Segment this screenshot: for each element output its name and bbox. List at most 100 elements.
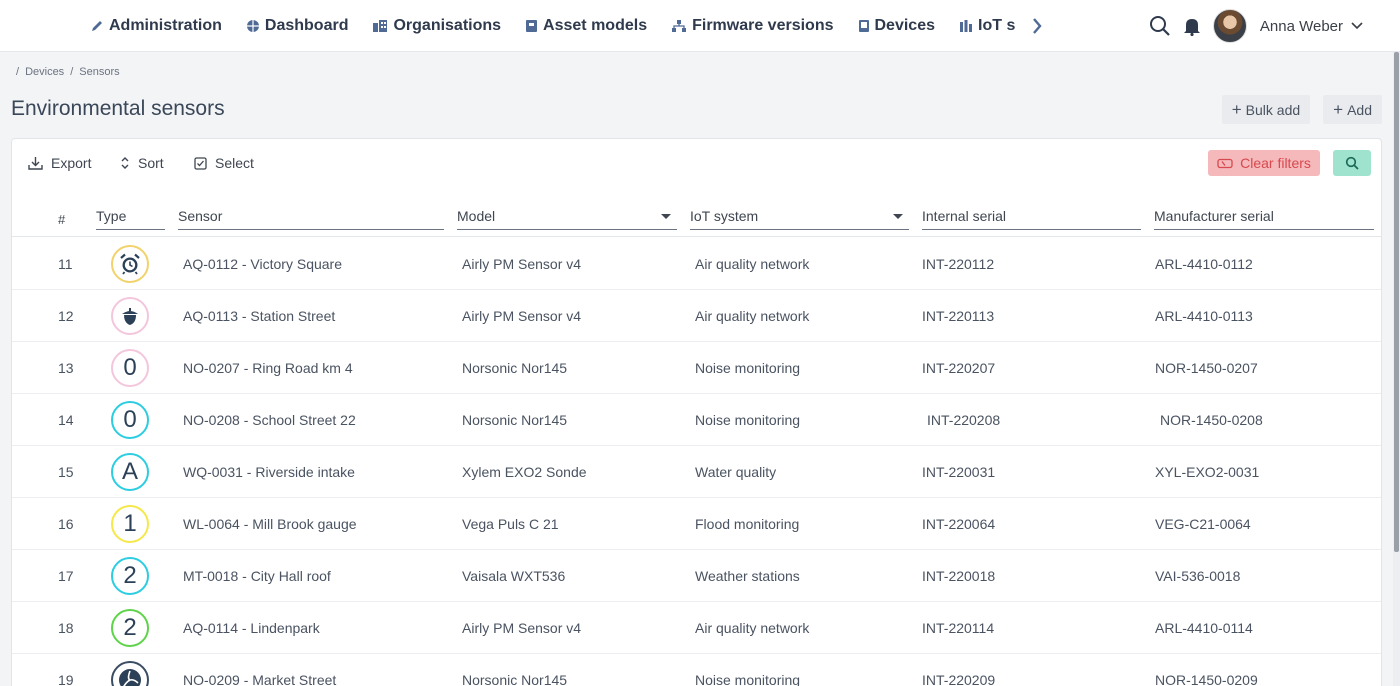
clear-filters-button[interactable]: Clear filters — [1208, 150, 1320, 176]
cell-sensor: AQ-0113 - Station Street — [183, 308, 336, 324]
breadcrumb-separator: / — [70, 66, 74, 78]
type-badge-text: A — [121, 458, 138, 485]
sort-button[interactable]: Sort — [120, 155, 164, 171]
cell-sensor: NO-0208 - School Street 22 — [183, 412, 356, 428]
table-row[interactable]: 16 1 WL-0064 - Mill Brook gauge Vega Puls C… — [12, 498, 1381, 550]
nav-organisations[interactable]: Organisations — [372, 17, 501, 35]
cell-internal-serial: INT-220209 — [922, 672, 996, 686]
cell-sensor: AQ-0114 - Lindenpark — [183, 620, 320, 636]
nav-label: IoT s — [978, 17, 1016, 34]
cell-manufacturer-serial: NOR-1450-0209 — [1155, 672, 1258, 686]
column-header-iot-system[interactable]: IoT system — [690, 208, 909, 230]
column-header-manufacturer-serial[interactable]: Manufacturer serial — [1154, 208, 1374, 230]
column-header-model[interactable]: Model — [457, 208, 677, 230]
cell-manufacturer-serial: XYL-EXO2-0031 — [1155, 464, 1260, 480]
page-scrollbar[interactable] — [1393, 52, 1400, 686]
user-area: Anna Weber — [1149, 0, 1400, 52]
column-header-model-label: Model — [457, 208, 496, 224]
type-badge-text: 0 — [123, 406, 137, 433]
column-header-number: # — [58, 212, 66, 227]
download-icon — [28, 157, 43, 170]
chevron-right-icon — [1033, 18, 1042, 34]
scrollbar-thumb[interactable] — [1394, 52, 1399, 552]
cell-internal-serial: INT-220112 — [922, 256, 995, 272]
nav-devices[interactable]: Devices — [858, 17, 935, 35]
cell-sensor: AQ-0112 - Victory Square — [183, 256, 343, 272]
pencil-icon — [92, 21, 102, 31]
chevron-down-icon[interactable] — [1351, 22, 1363, 30]
cell-sensor: MT-0018 - City Hall roof — [183, 568, 331, 584]
cell-iot-system: Air quality network — [695, 256, 810, 272]
cell-number: 19 — [58, 672, 74, 686]
cell-iot-system: Air quality network — [695, 620, 810, 636]
notifications-button[interactable] — [1183, 16, 1201, 36]
breadcrumb-sensors[interactable]: Sensors — [79, 66, 119, 78]
cell-iot-system: Noise monitoring — [695, 360, 801, 376]
add-button[interactable]: + Add — [1323, 95, 1382, 124]
cell-manufacturer-serial: VAI-536-0018 — [1155, 568, 1241, 584]
checkbox-icon — [194, 156, 207, 170]
cell-manufacturer-serial: VEG-C21-0064 — [1155, 516, 1251, 532]
cell-model: Xylem EXO2 Sonde — [462, 464, 587, 480]
top-navigation-bar: Administration Dashboard Organisations A… — [0, 0, 1400, 52]
cell-model: Norsonic Nor145 — [462, 412, 568, 428]
table-row[interactable]: 15 A WQ-0031 - Riverside intake Xylem EXO2 … — [12, 446, 1381, 498]
column-header-type[interactable]: Type — [96, 208, 165, 230]
alarm-clock-icon — [120, 253, 140, 275]
plus-icon: + — [1333, 100, 1344, 119]
table-row[interactable]: 13 0 NO-0207 - Ring Road km 4 Norsonic Nor1… — [12, 342, 1381, 394]
column-header-internal-serial[interactable]: Internal serial — [922, 208, 1141, 230]
search-icon — [1345, 156, 1359, 170]
column-header-sensor[interactable]: Sensor — [178, 208, 444, 230]
search-button[interactable] — [1149, 15, 1171, 37]
plus-icon: + — [1231, 100, 1242, 119]
main-nav: Administration Dashboard Organisations A… — [90, 0, 1043, 52]
acorn-icon — [122, 308, 138, 325]
cell-model: Vaisala WXT536 — [462, 568, 566, 584]
table-toolbar: Export Sort Select Clear filters — [12, 139, 1381, 187]
apply-search-button[interactable] — [1333, 150, 1371, 176]
cell-iot-system: Water quality — [695, 464, 777, 480]
export-button[interactable]: Export — [28, 155, 91, 171]
table-row[interactable]: 14 0 NO-0208 - School Street 22 Norsonic No… — [12, 394, 1381, 446]
bell-icon — [1183, 19, 1200, 36]
eraser-icon — [1217, 158, 1233, 168]
table-row[interactable]: 19 NO-0209 - Market Street Norsonic Nor145… — [12, 654, 1381, 686]
cell-manufacturer-serial: ARL-4410-0114 — [1155, 620, 1253, 636]
cell-number: 17 — [58, 568, 74, 584]
sort-icon — [121, 157, 129, 169]
breadcrumb-devices[interactable]: Devices — [25, 66, 64, 78]
table-row[interactable]: 12 AQ-0113 - Station Street Airly PM Senso… — [12, 290, 1381, 342]
user-name[interactable]: Anna Weber — [1260, 18, 1343, 35]
nav-iot-systems[interactable]: IoT s — [959, 17, 1017, 35]
cell-number: 15 — [58, 464, 74, 480]
asset-icon — [526, 20, 538, 32]
clear-filters-label: Clear filters — [1240, 155, 1311, 171]
nav-scroll-right-button[interactable] — [1031, 17, 1043, 35]
globe-icon — [246, 20, 259, 32]
type-badge-text: 0 — [123, 354, 137, 381]
table-row[interactable]: 18 2 AQ-0114 - Lindenpark Airly PM Sensor v… — [12, 602, 1381, 654]
bulk-add-button[interactable]: + Bulk add — [1221, 95, 1311, 124]
cell-internal-serial: INT-220018 — [922, 568, 996, 584]
sort-label: Sort — [138, 155, 164, 171]
type-badge: 0 — [111, 401, 149, 439]
type-badge-text: 1 — [123, 510, 137, 537]
cell-internal-serial: INT-220208 — [927, 412, 1001, 428]
avatar[interactable] — [1212, 9, 1247, 43]
type-badge: A — [111, 453, 149, 491]
nav-asset-models[interactable]: Asset models — [525, 17, 647, 35]
cell-manufacturer-serial: ARL-4410-0113 — [1155, 308, 1253, 324]
table-row[interactable]: 17 2 MT-0018 - City Hall roof Vaisala WXT53… — [12, 550, 1381, 602]
cell-iot-system: Air quality network — [695, 308, 810, 324]
nav-administration[interactable]: Administration — [90, 17, 222, 35]
add-label: Add — [1347, 101, 1372, 118]
cell-sensor: WL-0064 - Mill Brook gauge — [183, 516, 357, 532]
nav-firmware-versions[interactable]: Firmware versions — [671, 17, 834, 35]
nav-dashboard[interactable]: Dashboard — [246, 17, 348, 35]
caret-down-icon[interactable] — [893, 214, 903, 219]
table-row[interactable]: 11 AQ-0112 - Victory Square Airly PM Senso… — [12, 238, 1381, 290]
caret-down-icon[interactable] — [661, 214, 671, 219]
cell-sensor: WQ-0031 - Riverside intake — [183, 464, 355, 480]
select-button[interactable]: Select — [194, 155, 254, 171]
